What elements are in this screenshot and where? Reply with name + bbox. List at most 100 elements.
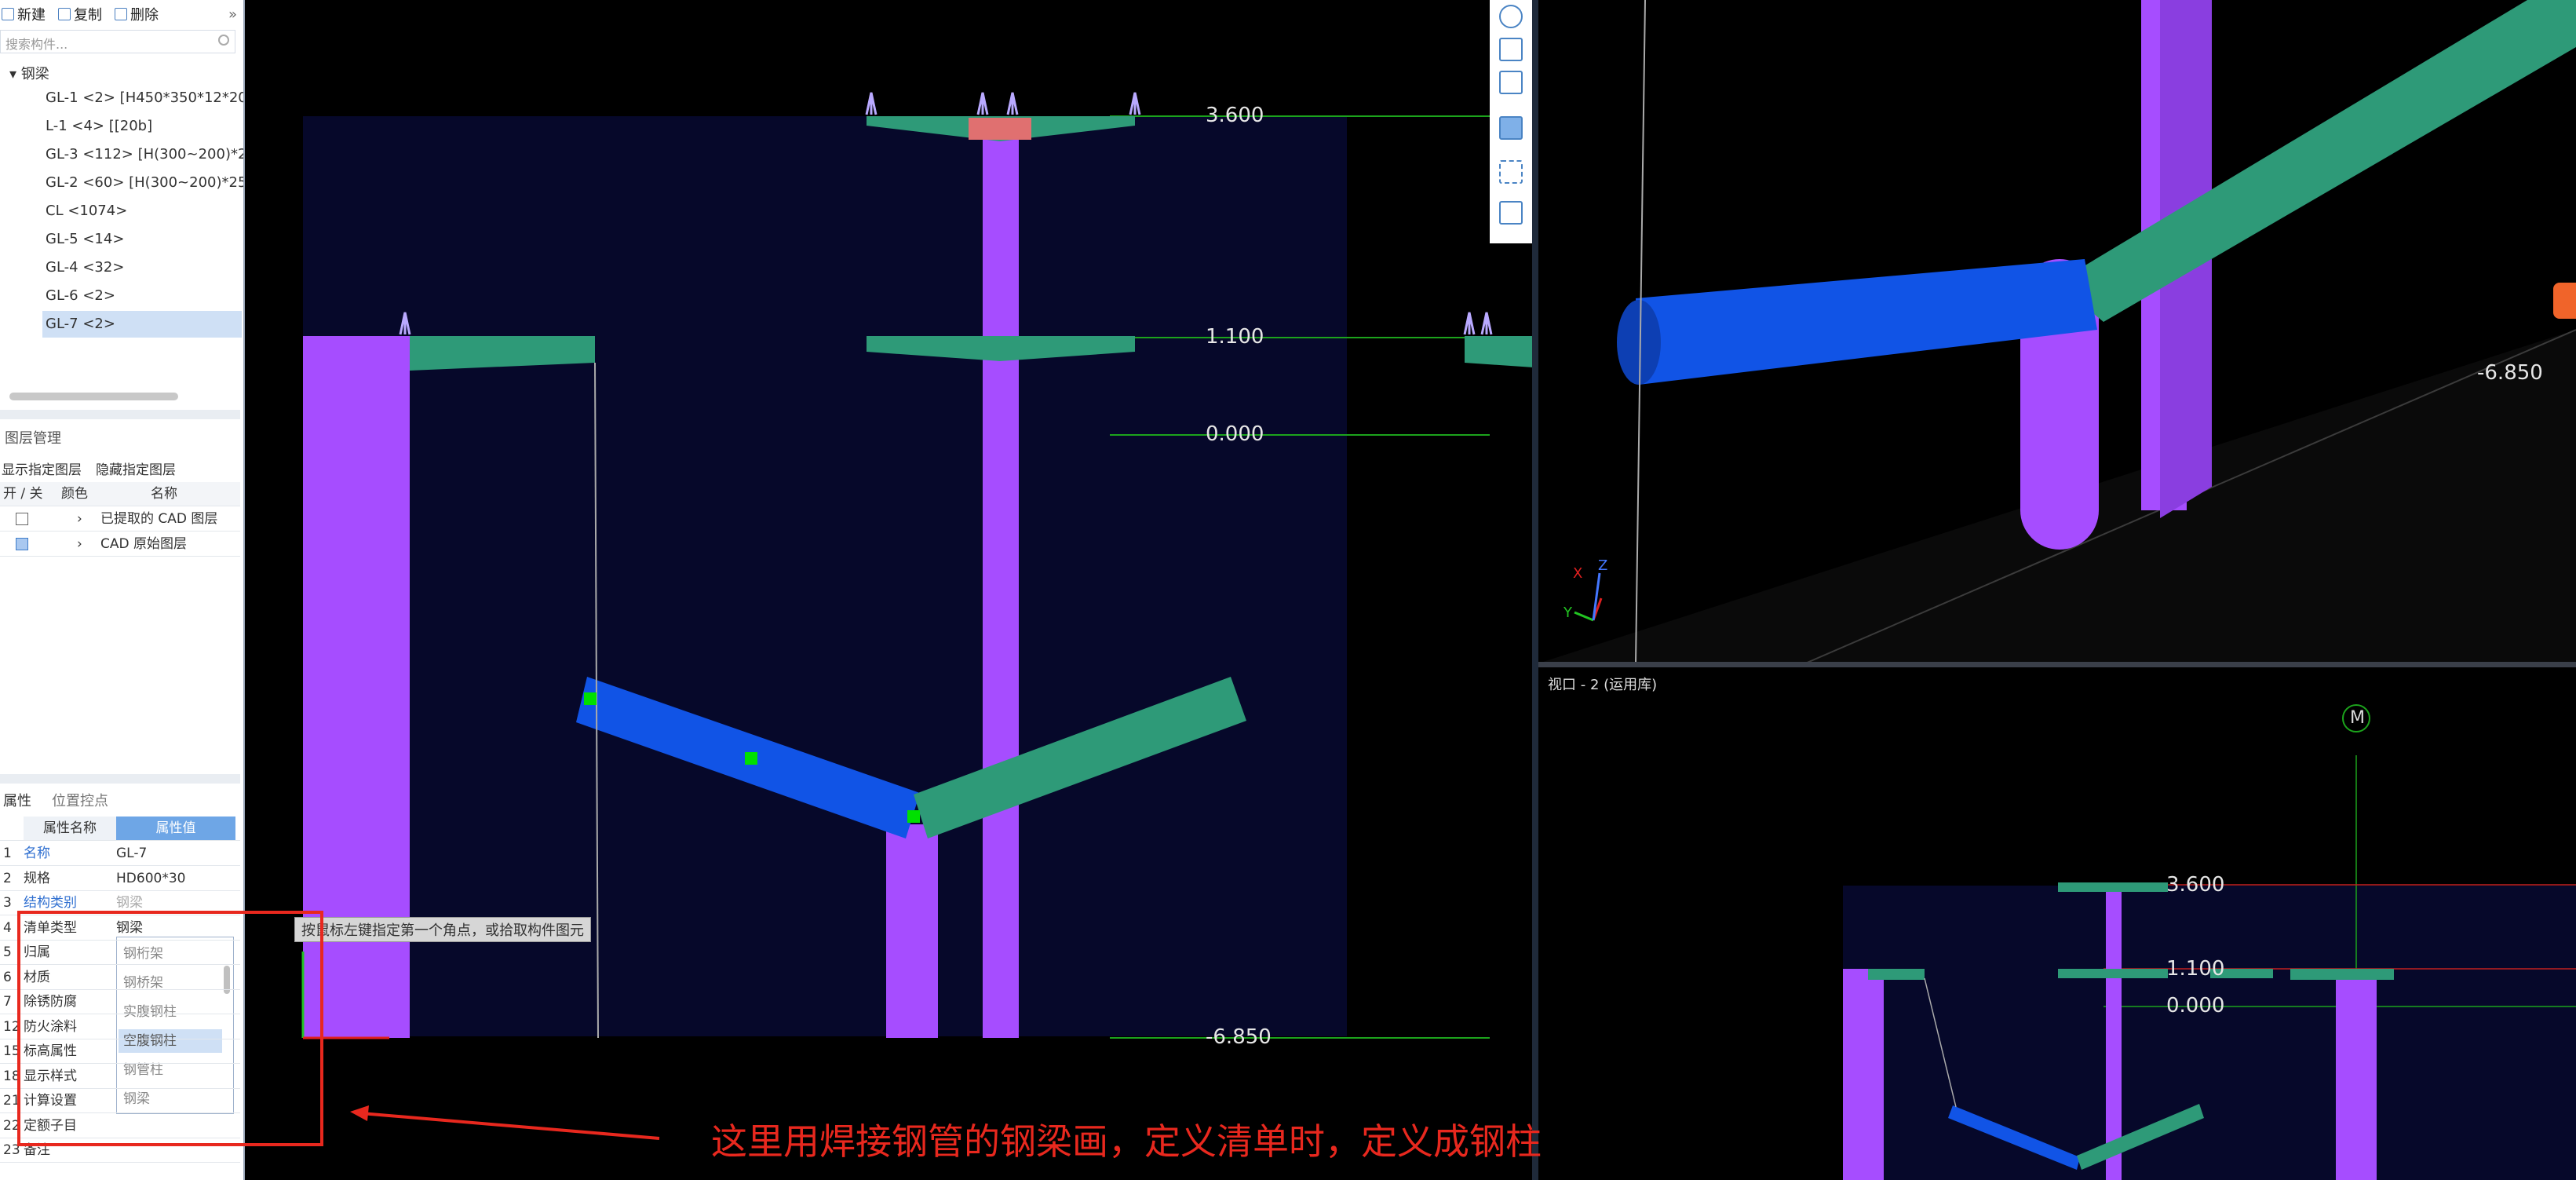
viewport-title: 视口 - 2 (运用库)	[1548, 677, 1658, 693]
row-number: 23	[3, 1142, 20, 1158]
row-number: 7	[3, 994, 12, 1010]
steel-beam[interactable]	[2058, 969, 2168, 978]
axis-bubble-label: M	[2350, 708, 2365, 728]
search-input[interactable]: 搜索构件...	[0, 30, 235, 53]
axis-x-label: X	[1573, 565, 1583, 582]
show-layer-button[interactable]: 显示指定图层	[2, 458, 82, 478]
tree-item[interactable]: L-1 <4> [[20b]	[46, 113, 152, 140]
property-name: 规格	[24, 870, 50, 886]
col-name: 名称	[151, 486, 177, 502]
viewport-3-canvas	[1843, 704, 2576, 1180]
app-logo	[2553, 283, 2576, 319]
property-name: 名称	[24, 846, 50, 861]
orbit-icon[interactable]	[1499, 5, 1523, 28]
steel-column[interactable]	[1843, 969, 1884, 1180]
col-prop-name: 属性名称	[24, 817, 116, 840]
3d-view-icon[interactable]	[1499, 38, 1523, 61]
component-toolbar: 新建 复制 删除 »	[0, 0, 243, 28]
grip-point[interactable]	[745, 752, 757, 765]
3d-viewport[interactable]: -6.850 X Y Z	[1538, 0, 2576, 663]
row-number: 18	[3, 1068, 20, 1084]
expand-arrow-icon[interactable]: ›	[77, 507, 82, 531]
main-viewport[interactable]: 3.600 1.100 0.000 -6.850	[246, 0, 1534, 1180]
row-number: 1	[3, 846, 12, 861]
viewport-splitter[interactable]	[1532, 0, 1538, 1180]
property-value[interactable]: GL-7	[116, 842, 147, 865]
solid-view-icon[interactable]	[1499, 116, 1523, 140]
fullscreen-icon[interactable]	[1499, 160, 1523, 184]
col-onoff: 开 / 关	[3, 486, 43, 502]
steel-beam[interactable]	[1465, 336, 1534, 367]
tree-item-selected[interactable]: GL-7 <2>	[42, 311, 242, 338]
layer-table-header: 开 / 关 颜色 名称	[0, 482, 240, 506]
elevation-label: 1.100	[1206, 325, 1264, 349]
elevation-label: -6.850	[1206, 1025, 1272, 1049]
tree-root-label: 钢梁	[20, 66, 49, 82]
connection-plate	[969, 118, 1031, 140]
axis-z-label: Z	[1598, 557, 1608, 574]
properties-icon[interactable]	[1499, 201, 1523, 225]
row-number: 4	[3, 919, 12, 936]
tree-item[interactable]: GL-6 <2>	[46, 283, 115, 309]
secondary-viewport[interactable]: 视口 - 2 (运用库) M 3.600 1.100 0.000	[1538, 667, 2576, 1180]
steel-beam[interactable]	[2058, 882, 2168, 892]
tree-item[interactable]: GL-1 <2> [H450*350*12*20]	[46, 85, 243, 111]
tab-properties[interactable]: 属性	[3, 790, 31, 810]
layer-checkbox[interactable]	[16, 538, 28, 550]
collapse-button[interactable]: »	[228, 6, 237, 23]
elevation-label: 0.000	[1206, 422, 1264, 446]
property-value[interactable]: HD600*30	[116, 867, 185, 890]
view-toolbar	[1490, 0, 1532, 243]
tree-item[interactable]: GL-4 <32>	[46, 254, 124, 281]
cursor-tooltip: 按鼠标左键指定第一个角点，或拾取构件图元	[294, 917, 591, 942]
hide-layer-button[interactable]: 隐藏指定图层	[96, 458, 176, 478]
property-row[interactable]: 1 名称 GL-7	[0, 842, 240, 866]
layer-checkbox[interactable]	[16, 513, 28, 525]
delete-button[interactable]: 删除	[115, 4, 159, 24]
layer-name: CAD 原始图层	[100, 536, 187, 552]
col-color: 颜色	[61, 486, 88, 502]
axis-y-label: Y	[1563, 605, 1572, 621]
elevation-label: 3.600	[1206, 104, 1264, 127]
steel-column[interactable]	[886, 824, 938, 1038]
annotation-box	[17, 911, 323, 1146]
row-number: 6	[3, 969, 12, 985]
row-number: 15	[3, 1043, 20, 1059]
copy-button[interactable]: 复制	[58, 4, 102, 24]
layer-panel-title: 图层管理	[5, 430, 61, 447]
viewport-1-canvas	[301, 92, 1534, 1039]
viewport-2-canvas	[1538, 0, 2576, 663]
tree-item[interactable]: GL-3 <112> [H(300~200)*25	[46, 141, 243, 168]
tab-position-control[interactable]: 位置控点	[52, 790, 108, 810]
property-row[interactable]: 2 规格 HD600*30	[0, 867, 240, 891]
steel-column[interactable]	[983, 118, 1019, 1038]
panel-divider	[0, 410, 240, 419]
trash-icon	[115, 8, 127, 20]
steel-column[interactable]	[2106, 885, 2122, 1180]
steel-column[interactable]	[2336, 969, 2377, 1180]
expand-arrow-icon[interactable]: ›	[77, 532, 82, 556]
tree-root-steel-beam[interactable]: ▾ 钢梁	[9, 63, 49, 83]
steel-beam[interactable]	[1868, 969, 1925, 980]
tree-item[interactable]: GL-2 <60> [H(300~200)*250	[46, 170, 243, 196]
cube-view-icon[interactable]	[1499, 71, 1523, 94]
elevation-label: 3.600	[2166, 873, 2225, 897]
tree-item[interactable]: CL <1074>	[46, 198, 127, 225]
delete-label: 删除	[130, 7, 159, 24]
drawing-area	[1843, 886, 2576, 1180]
new-icon	[2, 8, 14, 20]
tree-scrollbar[interactable]	[9, 393, 178, 400]
elevation-label: -6.850	[2477, 361, 2543, 385]
search-icon	[218, 35, 229, 46]
elevation-label: 0.000	[2166, 994, 2225, 1017]
annotation-text: 这里用焊接钢管的钢梁画，定义清单时，定义成钢柱	[711, 1120, 1542, 1163]
steel-pipe-beam-3d[interactable]	[2056, 0, 2576, 322]
new-label: 新建	[17, 7, 46, 24]
grip-point[interactable]	[907, 810, 920, 823]
copy-label: 复制	[74, 7, 102, 24]
tree-item[interactable]: GL-5 <14>	[46, 226, 124, 253]
steel-beam[interactable]	[2290, 969, 2394, 980]
row-number: 12	[3, 1018, 20, 1035]
grip-point[interactable]	[584, 692, 597, 705]
new-button[interactable]: 新建	[2, 4, 46, 24]
